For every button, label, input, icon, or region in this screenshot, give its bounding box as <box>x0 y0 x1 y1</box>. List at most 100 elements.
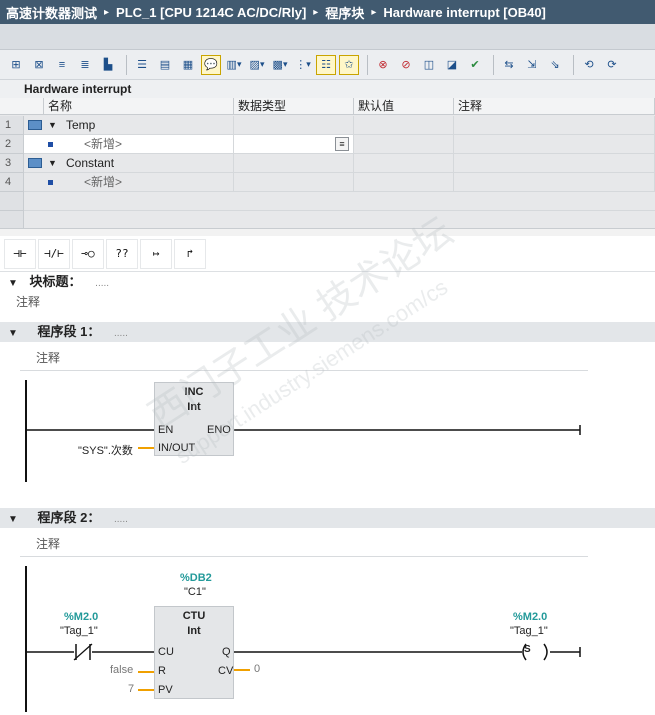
comment-cell[interactable] <box>454 154 655 173</box>
compare-icon[interactable]: ◪ <box>442 55 462 75</box>
favorites-icon[interactable]: ▤ <box>155 55 175 75</box>
data-type-cell[interactable] <box>234 154 354 173</box>
default-value-cell[interactable] <box>354 135 454 154</box>
inout-operand[interactable]: "SYS".次数 <box>78 442 133 458</box>
open-all-networks-icon[interactable]: ▥ ▾ <box>224 55 244 75</box>
coil-right-arc <box>543 643 548 661</box>
data-type-cell[interactable] <box>234 173 354 192</box>
return-icon[interactable]: ⇘ <box>545 55 565 75</box>
data-type-cell[interactable] <box>234 116 354 135</box>
network-1-comment[interactable]: 注释 <box>36 349 60 366</box>
collapse-arrow-icon[interactable]: ▼ <box>8 514 18 525</box>
counter-db-address[interactable]: %DB2 <box>180 572 212 584</box>
block-comment[interactable]: 注释 <box>16 293 40 310</box>
toolbar-separator <box>493 54 494 75</box>
column-header-data-type[interactable]: 数据类型 <box>234 98 354 115</box>
network-overview-icon[interactable]: ⋮ ▾ <box>293 55 313 75</box>
add-new-entry[interactable]: <新增> <box>84 173 122 192</box>
append-row-icon[interactable]: ≣ <box>75 55 95 75</box>
collapse-arrow-icon[interactable]: ▼ <box>48 154 57 173</box>
output-coil-button[interactable]: ⊸○ <box>72 238 104 269</box>
comment-cell[interactable] <box>454 135 655 154</box>
absolute-symbolic-icon[interactable]: ☰ <box>132 55 152 75</box>
breadcrumb-separator: ▸ <box>104 6 110 18</box>
tag-info-icon[interactable]: ▩ ▾ <box>270 55 290 75</box>
block-title-value[interactable]: ..... <box>95 278 109 289</box>
table-row[interactable]: ▼ Temp <box>24 116 234 135</box>
row-number: 3 <box>0 154 24 173</box>
insert-network-icon[interactable]: ⊞ <box>6 55 26 75</box>
breadcrumb-device[interactable]: PLC_1 [CPU 1214C AC/DC/Rly] <box>116 5 306 20</box>
monitoring-off-icon[interactable]: ⟳ <box>602 55 622 75</box>
breadcrumb-project[interactable]: 高速计数器测试 <box>6 3 97 22</box>
insert-row-icon[interactable]: ≡ <box>52 55 72 75</box>
horizontal-scrollbar[interactable] <box>0 228 655 236</box>
block-title-header[interactable]: ▼ 块标题： ..... <box>0 272 655 292</box>
table-row[interactable]: <新增> <box>24 135 234 154</box>
open-branch-button[interactable]: ↦ <box>140 238 172 269</box>
collapse-arrow-icon[interactable]: ▼ <box>48 116 57 135</box>
inc-instruction-type[interactable]: Int <box>154 401 234 413</box>
row-number: 4 <box>0 173 24 192</box>
network-2-title-value[interactable]: ..... <box>114 514 128 525</box>
jump-icon[interactable]: ⇲ <box>522 55 542 75</box>
breadcrumb-block[interactable]: Hardware interrupt [OB40] <box>383 5 546 20</box>
delete-network-icon[interactable]: ⊠ <box>29 55 49 75</box>
add-new-entry[interactable]: <新增> <box>84 135 122 154</box>
empty-box-button[interactable]: ?? <box>106 238 138 269</box>
data-type-cell[interactable]: ≡ <box>234 135 354 154</box>
network-2-header[interactable]: ▼ 程序段 2： ..... <box>0 508 655 528</box>
contact-address[interactable]: %M2.0 <box>64 611 98 623</box>
pv-operand[interactable]: 7 <box>128 683 134 695</box>
go-to-error-icon[interactable]: ⊗ <box>373 55 393 75</box>
block-interface-icon[interactable]: ▦ <box>178 55 198 75</box>
pin-inout: IN/OUT <box>158 442 196 454</box>
show-list-icon[interactable]: ☷ <box>316 54 336 75</box>
set-coil-symbol[interactable]: S <box>524 644 531 655</box>
normally-closed-contact-button[interactable]: ⊣/⊢ <box>38 238 70 269</box>
operand-view-icon[interactable]: ▨ ▾ <box>247 55 267 75</box>
favorites-star-icon[interactable]: ✩ <box>339 54 359 75</box>
cv-operand[interactable]: 0 <box>254 663 260 675</box>
comments-toggle-icon[interactable]: 💬 <box>201 54 221 75</box>
default-value-cell[interactable] <box>354 154 454 173</box>
toolbar-separator <box>367 54 368 75</box>
ctu-instruction-type[interactable]: Int <box>154 625 234 637</box>
contact-tag[interactable]: "Tag_1" <box>60 625 98 637</box>
comment-cell[interactable] <box>454 173 655 192</box>
coil-tag[interactable]: "Tag_1" <box>510 625 548 637</box>
monitor-icon[interactable]: ◫ <box>419 55 439 75</box>
network-2-comment[interactable]: 注释 <box>36 535 60 552</box>
comment-underline <box>20 556 588 557</box>
breadcrumb-folder[interactable]: 程序块 <box>325 3 364 22</box>
collapse-arrow-icon[interactable]: ▼ <box>8 278 18 289</box>
table-row[interactable]: <新增> <box>24 173 234 192</box>
reset-start-icon[interactable]: ▙ <box>98 55 118 75</box>
collapse-arrow-icon[interactable]: ▼ <box>8 328 18 339</box>
ctu-instruction-name: CTU <box>182 610 206 622</box>
check-icon[interactable]: ✔ <box>465 55 485 75</box>
column-header-comment[interactable]: 注释 <box>454 98 655 115</box>
section-name: Constant <box>66 156 115 170</box>
type-picker-button[interactable]: ≡ <box>335 137 349 151</box>
pin-eno: ENO <box>207 424 231 436</box>
column-header-name[interactable]: 名称 <box>44 98 234 115</box>
network-1-title-value[interactable]: ..... <box>114 328 128 339</box>
close-branch-button[interactable]: ↱ <box>174 238 206 269</box>
r-operand[interactable]: false <box>110 664 133 676</box>
monitoring-on-icon[interactable]: ⟲ <box>579 55 599 75</box>
comment-cell[interactable] <box>454 116 655 135</box>
pin-cu: CU <box>158 646 174 658</box>
coil-address[interactable]: %M2.0 <box>513 611 547 623</box>
network-1-header[interactable]: ▼ 程序段 1： ..... <box>0 322 655 342</box>
remove-error-icon[interactable]: ⊘ <box>396 55 416 75</box>
table-row[interactable]: ▼ Constant <box>24 154 234 173</box>
counter-db-name[interactable]: "C1" <box>184 586 206 598</box>
editor-toolbar: ⊞ ⊠ ≡ ≣ ▙ ☰ ▤ ▦ 💬 ▥ ▾ ▨ ▾ ▩ ▾ ⋮ ▾ ☷ ✩ ⊗ ⊘ ◫ … <box>0 50 655 80</box>
normally-open-contact-button[interactable]: ⊣⊢ <box>4 238 36 269</box>
call-icon[interactable]: ⇆ <box>499 55 519 75</box>
bullet-icon <box>48 180 53 185</box>
column-header-default-value[interactable]: 默认值 <box>354 98 454 115</box>
default-value-cell[interactable] <box>354 116 454 135</box>
default-value-cell[interactable] <box>354 173 454 192</box>
